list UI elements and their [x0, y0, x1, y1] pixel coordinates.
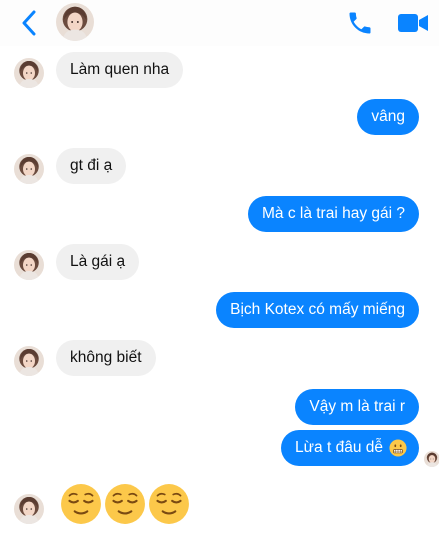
sender-avatar-image	[14, 494, 44, 524]
seen-avatar-image	[424, 451, 439, 467]
sender-avatar-image	[14, 58, 44, 88]
relieved-face-icon	[104, 483, 146, 525]
video-camera-icon	[398, 14, 428, 32]
sender-avatar[interactable]	[14, 58, 44, 88]
sender-avatar[interactable]	[14, 494, 44, 524]
call-button[interactable]	[346, 9, 374, 37]
outgoing-message[interactable]: Vậy m là trai r	[295, 389, 419, 425]
incoming-message[interactable]: không biết	[56, 340, 156, 376]
sender-avatar-image	[14, 346, 44, 376]
sender-avatar-image	[14, 154, 44, 184]
incoming-message[interactable]: Làm quen nha	[56, 52, 184, 88]
seen-indicator-avatar	[424, 451, 439, 467]
sender-avatar-image	[14, 250, 44, 280]
sender-avatar[interactable]	[14, 346, 44, 376]
phone-icon	[349, 12, 371, 34]
incoming-message[interactable]: gt đi ạ	[56, 148, 127, 184]
incoming-message[interactable]: Là gái ạ	[56, 244, 140, 280]
message-text: Lừa t đâu dễ	[295, 439, 383, 456]
outgoing-message[interactable]: Lừa t đâu dễ	[281, 430, 419, 466]
relieved-face-icon	[148, 483, 190, 525]
sender-avatar[interactable]	[14, 154, 44, 184]
outgoing-message[interactable]: Bịch Kotex có mấy miếng	[216, 292, 419, 328]
contact-avatar-image	[56, 3, 94, 41]
contact-avatar[interactable]	[56, 3, 94, 41]
back-button[interactable]	[16, 8, 42, 38]
outgoing-message[interactable]: vâng	[357, 99, 419, 135]
emoji-message[interactable]	[60, 483, 190, 525]
chevron-left-icon	[22, 10, 36, 36]
chat-header	[0, 0, 439, 46]
relieved-face-icon	[60, 483, 102, 525]
grimacing-face-icon	[389, 439, 407, 457]
sender-avatar[interactable]	[14, 250, 44, 280]
video-call-button[interactable]	[397, 10, 429, 36]
outgoing-message[interactable]: Mà c là trai hay gái ?	[247, 196, 419, 232]
